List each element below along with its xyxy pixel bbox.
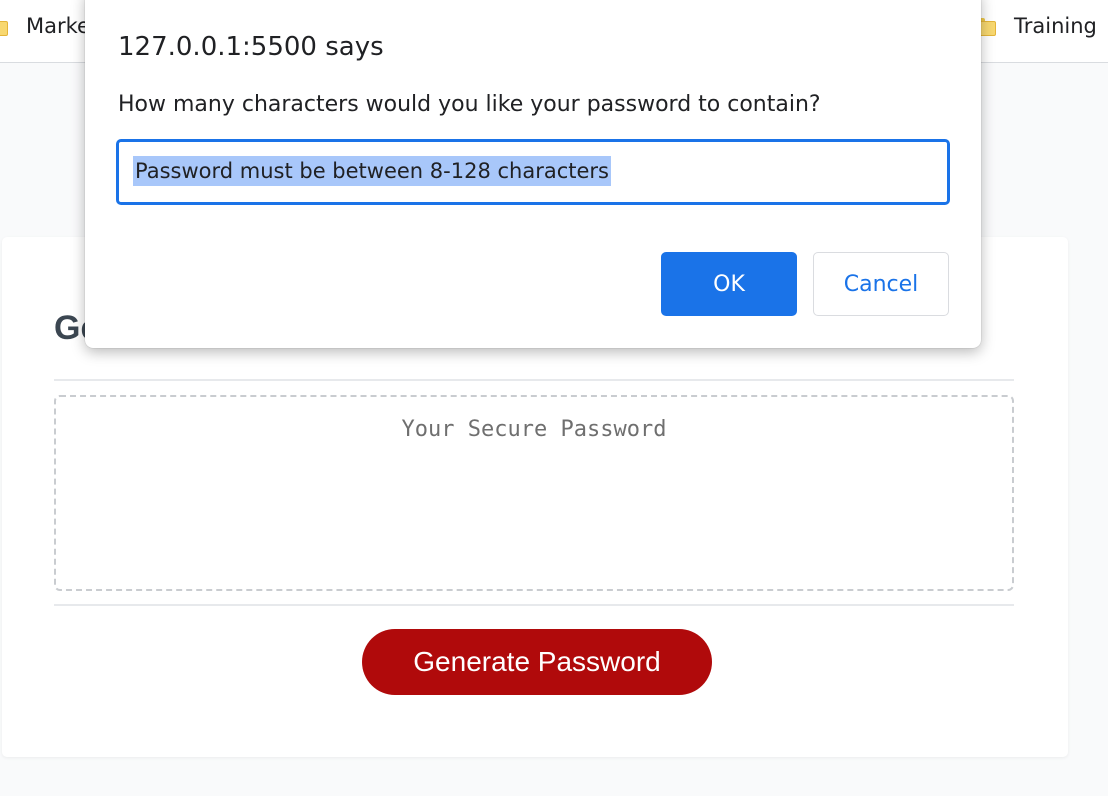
- dialog-message: How many characters would you like your …: [118, 92, 821, 117]
- bookmark-label: Marke: [26, 14, 90, 38]
- bookmark-folder-marke[interactable]: Marke: [0, 10, 90, 42]
- bookmark-label: Training: [1014, 14, 1097, 38]
- ok-button[interactable]: OK: [661, 252, 797, 316]
- prompt-input-value: Password must be between 8-128 character…: [133, 156, 611, 186]
- generate-password-button[interactable]: Generate Password: [362, 629, 712, 695]
- prompt-dialog: 127.0.0.1:5500 says How many characters …: [85, 0, 981, 348]
- cancel-button[interactable]: Cancel: [813, 252, 949, 316]
- prompt-input[interactable]: Password must be between 8-128 character…: [116, 139, 950, 205]
- bookmark-folder-training[interactable]: Training: [976, 10, 1097, 42]
- folder-icon: [0, 18, 8, 36]
- dialog-origin: 127.0.0.1:5500 says: [118, 32, 384, 62]
- card-footer-divider: [54, 604, 1014, 606]
- password-output[interactable]: [54, 395, 1014, 591]
